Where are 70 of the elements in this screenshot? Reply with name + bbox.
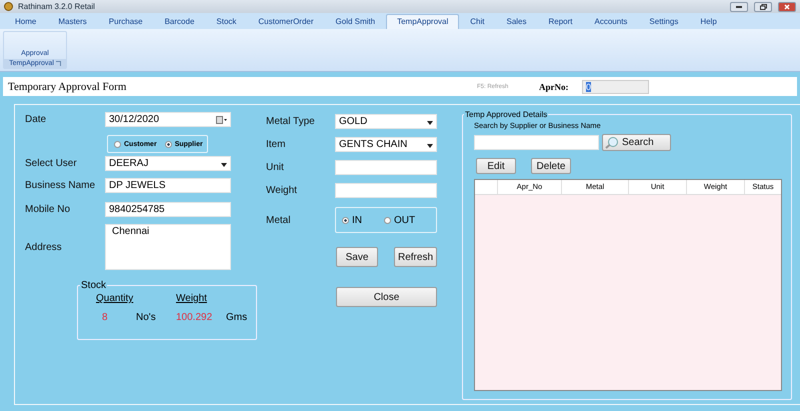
group-title: Stock: [80, 280, 108, 291]
menu-tab[interactable]: Masters: [47, 14, 98, 29]
window-title: Rathinam 3.2.0 Retail: [18, 2, 96, 11]
field-label: Item: [266, 139, 286, 150]
quantity-value: 8: [101, 312, 109, 323]
field-label: Metal Type: [266, 116, 316, 127]
form-title: Temporary Approval Form: [8, 80, 128, 92]
dropdown-arrow-icon[interactable]: [427, 144, 433, 148]
field-label: AprNo:: [539, 82, 570, 92]
text-area[interactable]: Chennai: [105, 224, 231, 270]
radio-icon[interactable]: [114, 140, 121, 148]
field-label: Business Name: [25, 180, 96, 191]
radio-option[interactable]: IN: [342, 214, 362, 226]
search-icon: [605, 136, 619, 148]
weight-value: 100.292: [176, 312, 214, 323]
save-button[interactable]: Save: [336, 247, 378, 267]
field-label: Select User: [25, 158, 78, 169]
menu-tab[interactable]: Stock: [205, 14, 248, 29]
unit-text: No's: [136, 312, 157, 323]
field-label: Weight: [266, 185, 298, 196]
menu-tab[interactable]: Settings: [638, 14, 690, 29]
field-label: Address: [25, 242, 63, 252]
menu-tab[interactable]: Home: [4, 14, 48, 29]
dropdown-arrow-icon[interactable]: [427, 121, 433, 125]
radio-option[interactable]: OUT: [384, 214, 416, 226]
group-title: Temp Approved Details: [464, 110, 548, 119]
restore-button[interactable]: [754, 2, 772, 12]
minimize-button[interactable]: [730, 2, 748, 12]
menu-tab[interactable]: Gold Smith: [324, 14, 386, 29]
close-button[interactable]: Close: [336, 287, 437, 307]
minimize-icon: [736, 6, 742, 8]
close-icon: [784, 4, 790, 10]
menu-tab[interactable]: Purchase: [98, 14, 154, 29]
dropdown-field[interactable]: GENTS CHAIN: [335, 137, 437, 152]
calendar-icon[interactable]: [216, 116, 227, 124]
dropdown-field[interactable]: GOLD: [335, 114, 437, 129]
menu-tab[interactable]: Report: [538, 14, 584, 29]
input-field[interactable]: 9840254785: [105, 202, 231, 217]
dropdown-arrow-icon[interactable]: [221, 163, 227, 167]
menu-tab[interactable]: Help: [689, 14, 728, 29]
input-field[interactable]: [335, 183, 437, 198]
menu-tab[interactable]: TempApproval: [386, 14, 460, 29]
input-field[interactable]: DP JEWELS: [105, 178, 231, 193]
app-logo-icon: [4, 2, 13, 11]
radio-icon[interactable]: [164, 140, 172, 148]
column-heading: Quantity: [96, 293, 134, 304]
input-field[interactable]: [335, 160, 437, 175]
refresh-button[interactable]: Refresh: [394, 247, 437, 267]
restore-icon: [760, 4, 766, 10]
date-field[interactable]: 30/12/2020: [105, 112, 231, 127]
field-label: Date: [25, 114, 48, 125]
close-button[interactable]: [778, 2, 796, 12]
edit-button[interactable]: Edit: [476, 158, 516, 174]
input-field[interactable]: 0: [582, 80, 649, 94]
menu-tab[interactable]: Sales: [495, 14, 538, 29]
dropdown-field[interactable]: DEERAJ: [105, 156, 231, 171]
menu-tab[interactable]: CustomerOrder: [247, 14, 325, 29]
menu-tab[interactable]: Accounts: [584, 14, 638, 29]
column-heading: Weight: [176, 293, 208, 304]
radio-icon[interactable]: [342, 216, 349, 224]
search-button[interactable]: Search: [602, 134, 671, 151]
search-field[interactable]: [474, 135, 599, 150]
field-label: Mobile No: [25, 204, 72, 215]
delete-button[interactable]: Delete: [531, 158, 571, 174]
menu-tab[interactable]: Chit: [459, 14, 496, 29]
radio-icon[interactable]: [384, 216, 391, 224]
field-label: Metal: [266, 214, 292, 226]
unit-text: Gms: [225, 312, 248, 323]
menu-tab[interactable]: Barcode: [154, 14, 206, 29]
field-label: Unit: [266, 162, 285, 173]
